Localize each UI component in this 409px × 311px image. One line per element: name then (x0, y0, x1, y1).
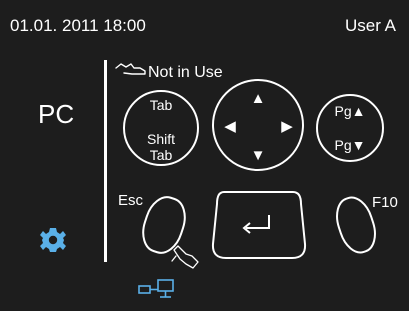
arrow-right-icon[interactable]: ▶ (281, 118, 293, 135)
hand-pointer-small-icon (171, 245, 199, 269)
shift-tab-label: Tab (150, 147, 173, 163)
tab-label: Tab (150, 97, 173, 113)
shift-label: Shift (147, 131, 175, 147)
hand-pointer-icon (115, 63, 146, 75)
pc-connection-icon (138, 279, 174, 298)
tab-key[interactable]: Tab Shift Tab (123, 90, 199, 166)
usage-label: Not in Use (148, 64, 223, 81)
gear-icon[interactable] (40, 228, 66, 252)
esc-button[interactable] (137, 192, 190, 257)
page-down-label[interactable]: Pg▼ (335, 137, 366, 153)
control-panel: Not in Use Tab Shift Tab ▲ ▼ ◀ ▶ Pg▲ Pg▼… (40, 60, 398, 298)
vertical-divider (104, 60, 107, 262)
arrow-down-icon[interactable]: ▼ (251, 147, 266, 164)
enter-button[interactable] (211, 191, 307, 259)
arrow-left-icon[interactable]: ◀ (224, 118, 236, 135)
enter-icon (242, 215, 270, 234)
direction-pad[interactable]: ▲ ▼ ◀ ▶ (212, 79, 304, 171)
pc-control-screen: 01.01. 2011 18:00 User A PC Not in Use T… (0, 0, 409, 311)
esc-label: Esc (118, 192, 144, 209)
arrow-up-icon[interactable]: ▲ (251, 90, 266, 107)
page-up-label[interactable]: Pg▲ (335, 103, 366, 119)
f10-label: F10 (372, 194, 398, 211)
page-key[interactable]: Pg▲ Pg▼ (316, 94, 384, 162)
